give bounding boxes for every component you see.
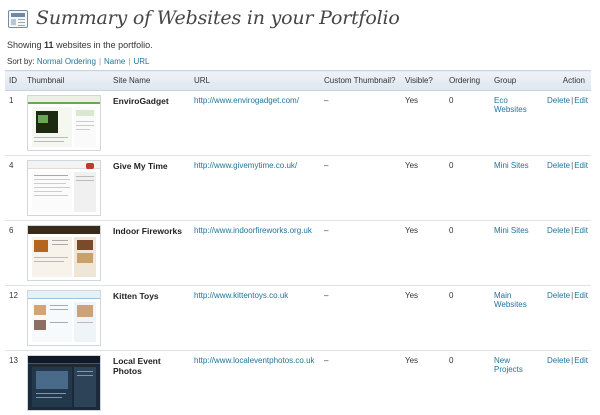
column-header-custom-thumbnail: Custom Thumbnail?: [320, 71, 401, 91]
custom-thumbnail-value: –: [320, 91, 401, 156]
site-thumbnail[interactable]: [27, 225, 101, 281]
column-header-id: ID: [5, 71, 23, 91]
ordering-value: 0: [445, 351, 490, 415]
sort-bar: Sort by: Normal Ordering|Name|URL: [7, 57, 149, 66]
column-header-visible: Visible?: [401, 71, 445, 91]
site-url-link[interactable]: http://www.localeventphotos.co.uk: [194, 356, 315, 365]
delete-link[interactable]: Delete: [547, 356, 570, 365]
websites-table: ID Thumbnail Site Name URL Custom Thumbn…: [5, 70, 591, 415]
visible-value: Yes: [401, 221, 445, 286]
row-id: 6: [5, 221, 23, 286]
visible-value: Yes: [401, 286, 445, 351]
column-header-action: Action: [543, 71, 591, 91]
row-id: 13: [5, 351, 23, 415]
site-url-link[interactable]: http://www.kittentoys.co.uk: [194, 291, 288, 300]
ordering-value: 0: [445, 91, 490, 156]
row-actions: Delete|Edit: [543, 286, 591, 351]
custom-thumbnail-value: –: [320, 221, 401, 286]
edit-link[interactable]: Edit: [574, 356, 588, 365]
custom-thumbnail-value: –: [320, 156, 401, 221]
group-link[interactable]: Mini Sites: [494, 161, 529, 170]
custom-thumbnail-value: –: [320, 351, 401, 415]
row-id: 12: [5, 286, 23, 351]
site-thumbnail[interactable]: [27, 95, 101, 151]
column-header-ordering: Ordering: [445, 71, 490, 91]
site-url-link[interactable]: http://www.givemytime.co.uk/: [194, 161, 297, 170]
edit-link[interactable]: Edit: [574, 161, 588, 170]
ordering-value: 0: [445, 286, 490, 351]
group-link[interactable]: Eco Websites: [494, 96, 527, 114]
table-row: 6 Indoor Firewor: [5, 221, 591, 286]
site-name: Local Event Photos: [109, 351, 190, 415]
column-header-group: Group: [490, 71, 543, 91]
site-name: EnviroGadget: [109, 91, 190, 156]
sort-normal-ordering-link[interactable]: Normal Ordering: [37, 57, 96, 66]
summary-text: Showing 11 websites in the portfolio.: [7, 40, 153, 50]
group-link[interactable]: Mini Sites: [494, 226, 529, 235]
table-header-row: ID Thumbnail Site Name URL Custom Thumbn…: [5, 71, 591, 91]
site-thumbnail[interactable]: [27, 355, 101, 411]
table-row: 1 E: [5, 91, 591, 156]
table-row: 4: [5, 156, 591, 221]
visible-value: Yes: [401, 91, 445, 156]
website-count: 11: [44, 40, 54, 50]
row-actions: Delete|Edit: [543, 221, 591, 286]
page-title: Summary of Websites in your Portfolio: [36, 7, 400, 29]
site-name: Indoor Fireworks: [109, 221, 190, 286]
custom-thumbnail-value: –: [320, 286, 401, 351]
sort-name-link[interactable]: Name: [104, 57, 125, 66]
row-actions: Delete|Edit: [543, 156, 591, 221]
row-id: 4: [5, 156, 23, 221]
delete-link[interactable]: Delete: [547, 291, 570, 300]
row-id: 1: [5, 91, 23, 156]
visible-value: Yes: [401, 351, 445, 415]
table-row: 12 Kitten Toys: [5, 286, 591, 351]
column-header-thumbnail: Thumbnail: [23, 71, 109, 91]
site-thumbnail[interactable]: [27, 160, 101, 216]
visible-value: Yes: [401, 156, 445, 221]
delete-link[interactable]: Delete: [547, 226, 570, 235]
column-header-site-name: Site Name: [109, 71, 190, 91]
group-link[interactable]: New Projects: [494, 356, 523, 374]
site-name: Give My Time: [109, 156, 190, 221]
row-actions: Delete|Edit: [543, 91, 591, 156]
site-thumbnail[interactable]: [27, 290, 101, 346]
page-header: Summary of Websites in your Portfolio: [8, 4, 400, 32]
site-url-link[interactable]: http://www.indoorfireworks.org.uk: [194, 226, 312, 235]
edit-link[interactable]: Edit: [574, 96, 588, 105]
row-actions: Delete|Edit: [543, 351, 591, 415]
page-layout-icon: [8, 10, 28, 28]
group-link[interactable]: Main Websites: [494, 291, 527, 309]
table-row: 13 Local Event Photos http://www.loc: [5, 351, 591, 415]
sort-label: Sort by:: [7, 57, 35, 66]
column-header-url: URL: [190, 71, 320, 91]
site-url-link[interactable]: http://www.envirogadget.com/: [194, 96, 299, 105]
ordering-value: 0: [445, 221, 490, 286]
delete-link[interactable]: Delete: [547, 161, 570, 170]
edit-link[interactable]: Edit: [574, 291, 588, 300]
sort-url-link[interactable]: URL: [133, 57, 149, 66]
site-name: Kitten Toys: [109, 286, 190, 351]
ordering-value: 0: [445, 156, 490, 221]
edit-link[interactable]: Edit: [574, 226, 588, 235]
delete-link[interactable]: Delete: [547, 96, 570, 105]
